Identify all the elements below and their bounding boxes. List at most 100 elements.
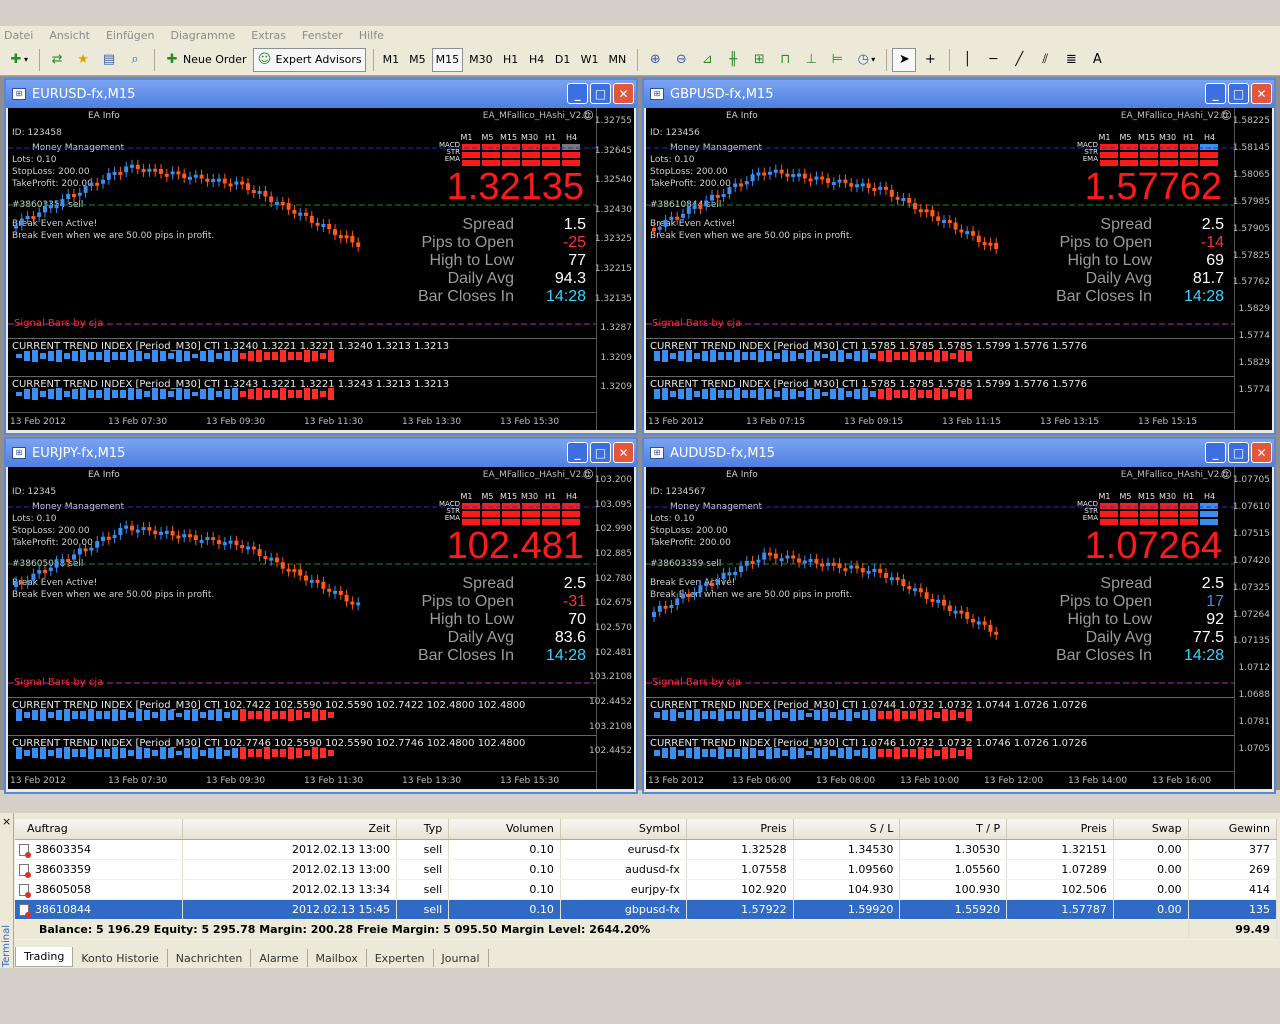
tf-m30-button[interactable]: M30: [465, 48, 497, 72]
tf-h1-button[interactable]: H1: [499, 48, 523, 72]
histogram-bar: [766, 709, 772, 721]
column-header-s-l-6[interactable]: S / L: [793, 819, 901, 840]
close-button[interactable]: ✕: [1251, 442, 1272, 463]
tf-h4-button[interactable]: H4: [525, 48, 549, 72]
favorites-button[interactable]: ★: [71, 48, 95, 72]
column-header-gewinn-10[interactable]: Gewinn: [1188, 819, 1278, 840]
close-button[interactable]: ✕: [1251, 83, 1272, 104]
line-chart-button[interactable]: ⊓: [773, 48, 797, 72]
chart-window-eurjpy[interactable]: ⊞ EURJPY-fx,M15 _ □ ✕ EA Info ID: 12345 Money M…: [4, 437, 638, 794]
histogram-bar: [16, 747, 22, 759]
maximize-button[interactable]: □: [590, 442, 611, 463]
terminal-close-button[interactable]: ×: [2, 815, 11, 828]
minimize-button[interactable]: _: [1205, 83, 1226, 104]
trendline-button[interactable]: ╱: [1007, 48, 1031, 72]
histogram-bar: [782, 750, 788, 756]
cursor-button[interactable]: ➤: [892, 47, 917, 72]
order-cell: 1.30530: [899, 839, 1008, 860]
column-header-preis-8[interactable]: Preis: [1006, 819, 1114, 840]
price-chart[interactable]: EA Info ID: 1234567 Money Management Lots: …: [646, 467, 1272, 789]
chart-shift-button[interactable]: ⊥: [799, 48, 823, 72]
menu-einfuegen[interactable]: Einfügen: [106, 29, 155, 42]
order-row[interactable]: 38610844 2012.02.13 15:45 sell 0.10 gbpusd-f…: [15, 899, 1278, 920]
column-header-zeit-1[interactable]: Zeit: [182, 819, 398, 840]
fibonacci-button[interactable]: ≣: [1059, 48, 1083, 72]
crosshair-button[interactable]: +: [918, 48, 942, 72]
column-header-volumen-3[interactable]: Volumen: [448, 819, 561, 840]
chart-window-eurusd[interactable]: ⊞ EURUSD-fx,M15 _ □ ✕ EA Info ID: 123458 Money …: [4, 78, 638, 435]
histogram-bar: [686, 710, 692, 720]
navigator-button[interactable]: ▤: [97, 48, 121, 72]
column-header-auftrag-0[interactable]: Auftrag: [15, 819, 184, 840]
order-row[interactable]: 38603359 2012.02.13 13:00 sell 0.10 audusd-f…: [15, 859, 1278, 880]
column-header-preis-5[interactable]: Preis: [686, 819, 794, 840]
tab-mailbox[interactable]: Mailbox: [308, 949, 367, 967]
minimize-button[interactable]: _: [1205, 442, 1226, 463]
histogram-bar: [32, 709, 38, 721]
new-order-button[interactable]: ✚ Neue Order: [160, 48, 251, 72]
periods-button[interactable]: ◷ ▾: [851, 48, 879, 72]
bar-chart-button[interactable]: ╫: [721, 48, 745, 72]
menu-fenster[interactable]: Fenster: [302, 29, 343, 42]
column-header-swap-9[interactable]: Swap: [1113, 819, 1189, 840]
maximize-button[interactable]: □: [1228, 442, 1249, 463]
histogram-bar: [758, 350, 764, 362]
maximize-button[interactable]: □: [590, 83, 611, 104]
column-header-symbol-4[interactable]: Symbol: [560, 819, 687, 840]
horizontal-line-icon: ─: [989, 51, 998, 67]
minimize-button[interactable]: _: [567, 442, 588, 463]
histogram-bar: [200, 712, 206, 718]
price-chart[interactable]: EA Info ID: 123456 Money Management Lots: 0…: [646, 108, 1272, 430]
price-chart[interactable]: EA Info ID: 123458 Money Management Lots: 0…: [8, 108, 634, 430]
tab-konto-historie[interactable]: Konto Historie: [73, 949, 168, 967]
toolbar-separator: [39, 48, 41, 71]
text-tool-button[interactable]: A: [1085, 48, 1109, 72]
column-header-t-p-7[interactable]: T / P: [899, 819, 1008, 840]
histogram-bar: [910, 749, 916, 757]
axis-label: 102.481: [594, 647, 632, 658]
tile-windows-button[interactable]: ⊿: [695, 48, 719, 72]
tf-mn-button[interactable]: MN: [605, 48, 631, 72]
column-header-typ-2[interactable]: Typ: [396, 819, 450, 840]
new-chart-button[interactable]: ✚ ▾: [4, 48, 32, 72]
maximize-button[interactable]: □: [1228, 83, 1249, 104]
horizontal-line-button[interactable]: ─: [981, 48, 1005, 72]
price-chart[interactable]: EA Info ID: 12345 Money Management Lots: 0.…: [8, 467, 634, 789]
menu-diagramme[interactable]: Diagramme: [171, 29, 236, 42]
close-button[interactable]: ✕: [613, 83, 634, 104]
tf-w1-button[interactable]: W1: [577, 48, 603, 72]
market-watch-button[interactable]: ⇄: [45, 48, 69, 72]
vertical-line-button[interactable]: │: [955, 48, 979, 72]
tf-m5-button[interactable]: M5: [405, 48, 430, 72]
channel-button[interactable]: ⫽: [1033, 48, 1057, 72]
tab-experten[interactable]: Experten: [367, 949, 434, 967]
axis-label: 1.58065: [1232, 169, 1270, 180]
close-button[interactable]: ✕: [613, 442, 634, 463]
tab-trading[interactable]: Trading: [15, 947, 74, 967]
tester-button[interactable]: ⌕: [123, 48, 147, 72]
expert-advisors-button[interactable]: ☺ Expert Advisors: [252, 47, 366, 72]
order-row[interactable]: 38603354 2012.02.13 13:00 sell 0.10 eurusd-f…: [15, 839, 1278, 860]
menu-ansicht[interactable]: Ansicht: [49, 29, 90, 42]
auto-scroll-button[interactable]: ⊨: [825, 48, 849, 72]
menu-extras[interactable]: Extras: [251, 29, 286, 42]
tab-alarme[interactable]: Alarme: [251, 949, 308, 967]
order-row[interactable]: 38605058 2012.02.13 13:34 sell 0.10 eurjpy-f…: [15, 879, 1278, 900]
histogram-bar: [232, 748, 238, 758]
tf-d1-button[interactable]: D1: [551, 48, 575, 72]
zoom-in-button[interactable]: ⊕: [643, 48, 667, 72]
candle-chart-button[interactable]: ⊞: [747, 48, 771, 72]
chart-window-gbpusd[interactable]: ⊞ GBPUSD-fx,M15 _ □ ✕ EA Info ID: 123456 Money …: [642, 78, 1276, 435]
tf-m15-button[interactable]: M15: [431, 47, 464, 72]
chart-window-audusd[interactable]: ⊞ AUDUSD-fx,M15 _ □ ✕ EA Info ID: 1234567 Money…: [642, 437, 1276, 794]
minimize-button[interactable]: _: [567, 83, 588, 104]
tab-nachrichten[interactable]: Nachrichten: [168, 949, 252, 967]
histogram-bar: [144, 709, 150, 720]
histogram-bar: [280, 749, 286, 757]
tab-journal[interactable]: Journal: [434, 949, 489, 967]
histogram-bar: [176, 750, 182, 756]
menu-datei[interactable]: Datei: [4, 29, 33, 42]
tf-m1-button[interactable]: M1: [379, 48, 404, 72]
zoom-out-button[interactable]: ⊖: [669, 48, 693, 72]
menu-hilfe[interactable]: Hilfe: [359, 29, 384, 42]
